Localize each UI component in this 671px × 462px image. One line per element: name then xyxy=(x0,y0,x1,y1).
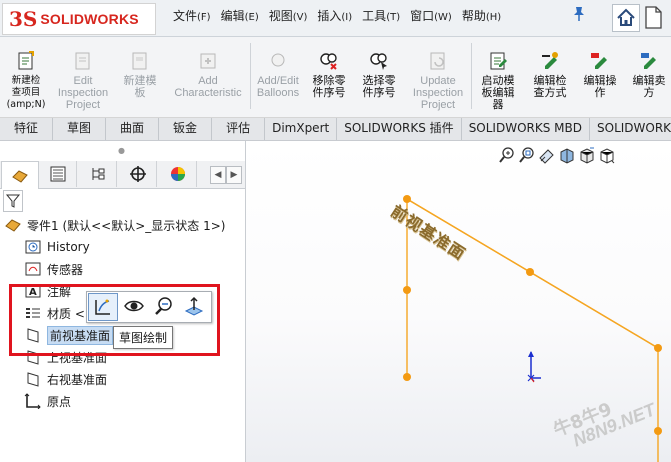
view-orientation-icon[interactable] xyxy=(578,146,596,164)
add-characteristic-button[interactable]: Add Characteristic xyxy=(170,37,246,115)
tab-display-manager[interactable] xyxy=(160,161,197,187)
part-icon xyxy=(5,219,21,232)
template-editor-icon xyxy=(490,52,507,70)
filter-icon[interactable] xyxy=(3,190,23,212)
tree-item-sensors[interactable]: 传感器 xyxy=(24,259,83,279)
menu-bar: 文件(F) 编辑(E) 视图(V) 插入(I) 工具(T) 窗口(W) 帮助(H… xyxy=(168,0,506,30)
normal-to-icon xyxy=(184,296,204,316)
normal-to-button[interactable] xyxy=(179,292,209,320)
tab-addins[interactable]: SOLIDWORKS 插件 xyxy=(337,118,462,140)
solidworks-logo[interactable]: 3S SOLIDWORKS xyxy=(2,3,156,35)
separator xyxy=(250,43,251,109)
command-manager: 新建检 查项目 (amp;N) Edit Inspection Project … xyxy=(0,37,671,118)
tab-features[interactable]: 特征 xyxy=(0,118,54,140)
origin-icon xyxy=(24,393,41,409)
tree-part-root[interactable]: 零件1 (默认<<默认>_显示状态 1>) xyxy=(4,215,225,235)
pin-icon[interactable] xyxy=(572,6,586,26)
add-edit-balloons-button[interactable]: Add/Edit Balloons xyxy=(254,37,302,115)
tab-surfaces[interactable]: 曲面 xyxy=(106,118,160,140)
tooltip: 草图绘制 xyxy=(113,326,174,349)
new-inspection-icon xyxy=(18,51,34,70)
remove-balloon-button[interactable]: 移除零 件序号 xyxy=(306,37,352,115)
tab-dimxpert[interactable]: DimXpert xyxy=(265,118,338,140)
tab-mbd[interactable]: SOLIDWORKS MBD xyxy=(462,118,590,140)
tabs-scroll-left-icon[interactable]: ◀ xyxy=(210,166,226,184)
history-icon xyxy=(25,240,41,254)
new-inspection-button[interactable]: 新建检 查项目 (amp;N) xyxy=(2,37,50,115)
tree-item-history[interactable]: History xyxy=(24,237,90,257)
update-inspection-icon xyxy=(430,52,445,70)
select-balloon-button[interactable]: 选择零 件序号 xyxy=(356,37,402,115)
feature-manager-icon xyxy=(12,169,28,183)
edit-method-icon xyxy=(542,52,558,69)
new-template-button[interactable]: 新建模 板 xyxy=(116,37,164,115)
zoom-to-selection-button[interactable] xyxy=(149,292,179,320)
ds-logo-icon: 3S xyxy=(9,7,38,31)
tab-feature-manager[interactable] xyxy=(1,161,39,189)
brand-name: SOLIDWORKS xyxy=(40,11,139,27)
menu-tools[interactable]: 工具(T) xyxy=(357,7,405,24)
menu-help[interactable]: 帮助(H) xyxy=(457,7,506,24)
dimxpert-crosshair-icon xyxy=(130,166,146,182)
sketch-icon xyxy=(95,299,110,315)
zoom-to-area-icon[interactable] xyxy=(518,146,536,164)
menu-file[interactable]: 文件(F) xyxy=(168,7,216,24)
edit-operation-button[interactable]: 编辑操 作 xyxy=(576,37,624,115)
previous-view-icon[interactable] xyxy=(538,146,556,164)
tab-configuration-manager[interactable] xyxy=(80,161,117,187)
tree-item-right-plane[interactable]: 右视基准面 xyxy=(24,369,107,389)
remove-balloon-icon xyxy=(320,53,337,70)
sketch-button[interactable] xyxy=(88,293,118,321)
configuration-manager-icon xyxy=(92,168,105,180)
tab-evaluate[interactable]: 评估 xyxy=(212,118,266,140)
tab-dimxpert-manager[interactable] xyxy=(120,161,157,187)
edit-inspection-method-button[interactable]: 编辑检 查方式 xyxy=(526,37,574,115)
add-characteristic-icon xyxy=(200,53,216,69)
display-style-icon[interactable] xyxy=(598,146,616,164)
edit-vendor-button[interactable]: 编辑卖 方 xyxy=(626,37,671,115)
section-view-icon[interactable] xyxy=(558,146,576,164)
edit-inspection-button[interactable]: Edit Inspection Project xyxy=(52,37,114,115)
edit-vendor-icon xyxy=(641,53,656,69)
tab-property-manager[interactable] xyxy=(40,161,77,187)
eye-icon xyxy=(124,300,144,312)
zoom-to-fit-icon[interactable] xyxy=(498,146,516,164)
edit-inspection-icon xyxy=(75,52,90,70)
launch-template-editor-button[interactable]: 启动模 板编辑 器 xyxy=(474,37,522,115)
menu-window[interactable]: 窗口(W) xyxy=(405,7,457,24)
property-manager-icon xyxy=(50,166,66,182)
edit-operation-icon xyxy=(591,53,607,69)
select-balloon-icon xyxy=(370,53,387,70)
menu-edit[interactable]: 编辑(E) xyxy=(216,7,264,24)
plane-icon xyxy=(27,372,39,387)
context-toolbar xyxy=(86,291,212,323)
tab-solidworks-c[interactable]: SOLIDWORKS C xyxy=(590,118,671,140)
heads-up-view-toolbar xyxy=(498,146,616,164)
new-document-icon[interactable] xyxy=(642,4,664,30)
show-hide-button[interactable] xyxy=(119,292,149,320)
balloons-icon xyxy=(271,53,285,67)
separator xyxy=(471,43,472,109)
menu-view[interactable]: 视图(V) xyxy=(264,7,313,24)
command-tabs: 特征 草图 曲面 钣金 评估 DimXpert SOLIDWORKS 插件 SO… xyxy=(0,118,671,141)
update-inspection-button[interactable]: Update Inspection Project xyxy=(408,37,468,115)
zoom-to-selection-icon xyxy=(155,297,172,315)
tab-sketch[interactable]: 草图 xyxy=(53,118,107,140)
tree-item-origin[interactable]: 原点 xyxy=(24,391,71,411)
sensor-icon xyxy=(25,262,41,276)
home-icon[interactable] xyxy=(612,4,640,32)
tab-sheet-metal[interactable]: 钣金 xyxy=(159,118,213,140)
new-template-icon xyxy=(132,52,147,70)
panel-grip[interactable]: ● xyxy=(118,146,125,155)
manager-tabs: ◀ ▶ xyxy=(0,161,245,189)
tabs-scroll-right-icon[interactable]: ▶ xyxy=(226,166,242,184)
menu-insert[interactable]: 插入(I) xyxy=(312,7,357,24)
display-manager-icon xyxy=(171,167,185,181)
